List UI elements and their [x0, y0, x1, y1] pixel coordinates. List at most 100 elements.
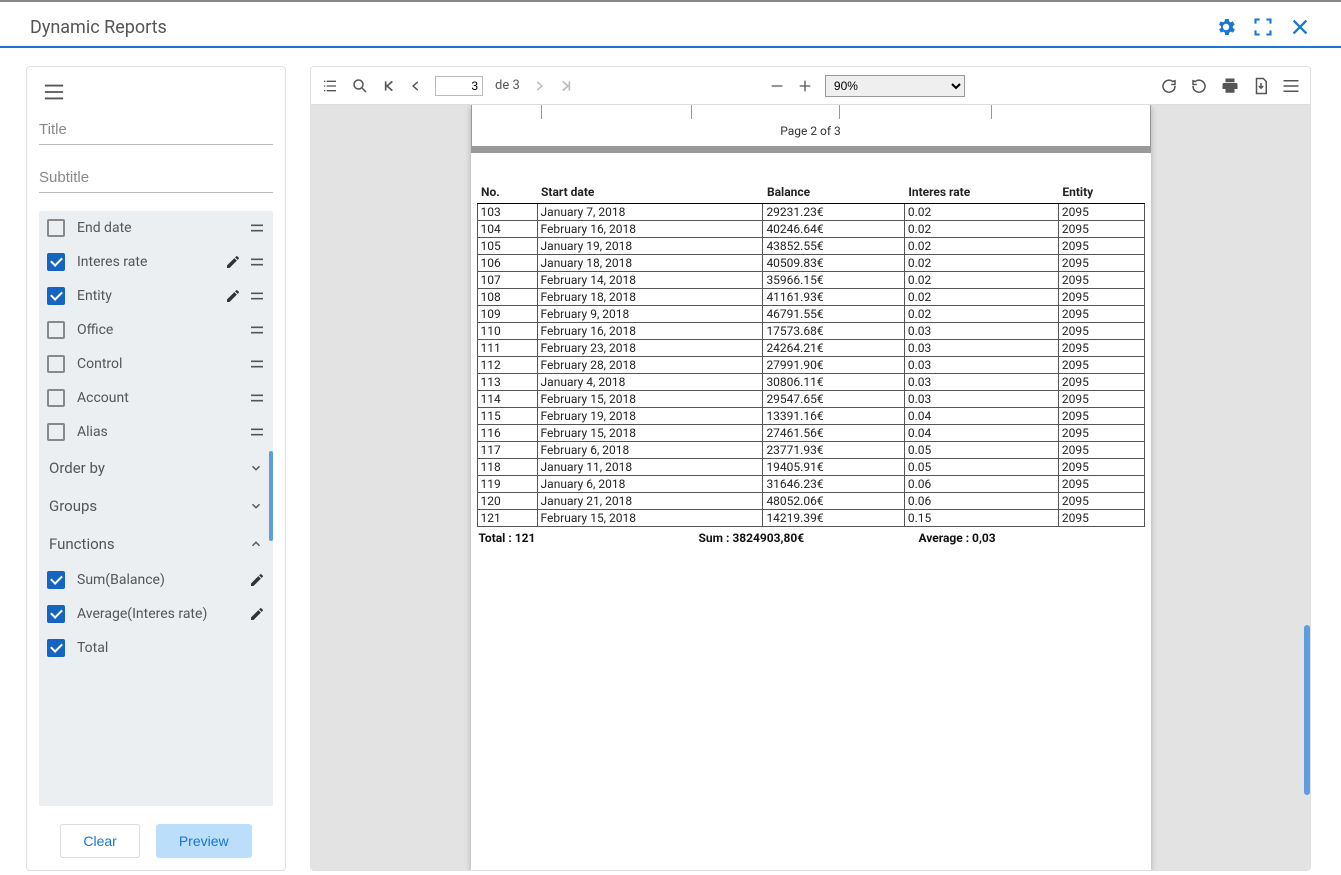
table-cell: 0.05 — [904, 459, 1058, 476]
checkbox[interactable] — [47, 423, 65, 441]
dialog-header: Dynamic Reports — [0, 2, 1341, 48]
table-row: 119January 6, 201831646.23€0.062095 — [477, 476, 1144, 493]
table-cell: February 15, 2018 — [537, 391, 763, 408]
hamburger-icon[interactable] — [43, 83, 65, 101]
table-cell: 2095 — [1058, 238, 1144, 255]
pencil-icon[interactable] — [225, 254, 241, 270]
preview-button[interactable]: Preview — [156, 824, 252, 858]
drag-handle-icon[interactable] — [249, 426, 265, 438]
gear-icon[interactable] — [1215, 16, 1237, 38]
section-groups[interactable]: Groups — [39, 487, 273, 525]
pencil-icon[interactable] — [225, 288, 241, 304]
section-functions[interactable]: Functions — [39, 525, 273, 563]
undo-icon[interactable] — [1190, 77, 1208, 95]
table-cell: 2095 — [1058, 442, 1144, 459]
table-cell: January 4, 2018 — [537, 374, 763, 391]
last-page-icon[interactable] — [558, 78, 574, 94]
drag-handle-icon[interactable] — [249, 392, 265, 404]
chevron-down-icon — [249, 499, 263, 513]
search-icon[interactable] — [351, 77, 369, 95]
table-cell: 30806.11€ — [763, 374, 904, 391]
next-page-icon[interactable] — [532, 79, 546, 93]
drag-handle-icon[interactable] — [249, 222, 265, 234]
table-cell: 0.02 — [904, 255, 1058, 272]
function-row: Total — [39, 631, 273, 665]
table-cell: 0.03 — [904, 357, 1058, 374]
table-row: 117February 6, 201823771.93€0.052095 — [477, 442, 1144, 459]
column-row: Control — [39, 347, 273, 381]
table-cell: 27991.90€ — [763, 357, 904, 374]
menu-icon[interactable] — [1282, 78, 1300, 94]
export-icon[interactable] — [1252, 77, 1270, 95]
pencil-icon[interactable] — [249, 572, 265, 588]
page-number-input[interactable] — [435, 76, 483, 96]
table-cell: 2095 — [1058, 255, 1144, 272]
table-cell: February 16, 2018 — [537, 221, 763, 238]
table-cell: 0.02 — [904, 306, 1058, 323]
table-cell: 14219.39€ — [763, 510, 904, 527]
section-orderby[interactable]: Order by — [39, 449, 273, 487]
pencil-icon[interactable] — [249, 606, 265, 622]
table-cell: 46791.55€ — [763, 306, 904, 323]
table-cell: February 9, 2018 — [537, 306, 763, 323]
table-cell: 2095 — [1058, 476, 1144, 493]
zoom-select[interactable]: 90% — [825, 75, 965, 97]
checkbox[interactable] — [47, 605, 65, 623]
checkbox[interactable] — [47, 253, 65, 271]
table-cell: 0.04 — [904, 425, 1058, 442]
table-cell: 2095 — [1058, 459, 1144, 476]
fullscreen-icon[interactable] — [1253, 17, 1273, 37]
table-cell: 17573.68€ — [763, 323, 904, 340]
drag-handle-icon[interactable] — [249, 288, 265, 304]
checkbox[interactable] — [47, 219, 65, 237]
zoom-in-icon[interactable] — [797, 78, 813, 94]
table-cell: 0.06 — [904, 476, 1058, 493]
column-label: Alias — [77, 424, 237, 440]
table-header: Start date — [537, 181, 763, 204]
checkbox[interactable] — [47, 355, 65, 373]
clear-button[interactable]: Clear — [60, 824, 139, 858]
table-cell: 104 — [477, 221, 537, 238]
drag-handle-icon[interactable] — [249, 324, 265, 336]
subtitle-input[interactable] — [39, 163, 273, 193]
table-cell: 109 — [477, 306, 537, 323]
summary-avg: Average : 0,03 — [919, 531, 1143, 545]
table-cell: 31646.23€ — [763, 476, 904, 493]
table-cell: 2095 — [1058, 391, 1144, 408]
table-cell: 107 — [477, 272, 537, 289]
zoom-out-icon[interactable] — [769, 78, 785, 94]
table-cell: 0.03 — [904, 391, 1058, 408]
first-page-icon[interactable] — [381, 78, 397, 94]
table-header: No. — [477, 181, 537, 204]
refresh-icon[interactable] — [1160, 77, 1178, 95]
title-input[interactable] — [39, 115, 273, 145]
checkbox[interactable] — [47, 287, 65, 305]
table-cell: 118 — [477, 459, 537, 476]
table-row: 120January 21, 201848052.06€0.062095 — [477, 493, 1144, 510]
table-cell: 103 — [477, 204, 537, 221]
table-cell: 0.05 — [904, 442, 1058, 459]
checkbox[interactable] — [47, 571, 65, 589]
table-cell: 29231.23€ — [763, 204, 904, 221]
table-row: 118January 11, 201819405.91€0.052095 — [477, 459, 1144, 476]
drag-handle-icon[interactable] — [249, 254, 265, 270]
column-row: End date — [39, 211, 273, 245]
page-of-label: de 3 — [495, 78, 520, 93]
close-icon[interactable] — [1289, 16, 1311, 38]
function-row: Average(Interes rate) — [39, 597, 273, 631]
table-cell: 2095 — [1058, 204, 1144, 221]
column-label: Control — [77, 356, 237, 372]
table-cell: 2095 — [1058, 272, 1144, 289]
checkbox[interactable] — [47, 321, 65, 339]
function-label: Total — [77, 640, 253, 656]
section-label: Order by — [49, 459, 105, 477]
table-cell: February 6, 2018 — [537, 442, 763, 459]
chevron-up-icon — [249, 537, 263, 551]
checkbox[interactable] — [47, 639, 65, 657]
print-icon[interactable] — [1220, 77, 1240, 95]
checkbox[interactable] — [47, 389, 65, 407]
prev-page-icon[interactable] — [409, 79, 423, 93]
drag-handle-icon[interactable] — [249, 358, 265, 370]
toc-icon[interactable] — [321, 78, 339, 94]
table-cell: 121 — [477, 510, 537, 527]
